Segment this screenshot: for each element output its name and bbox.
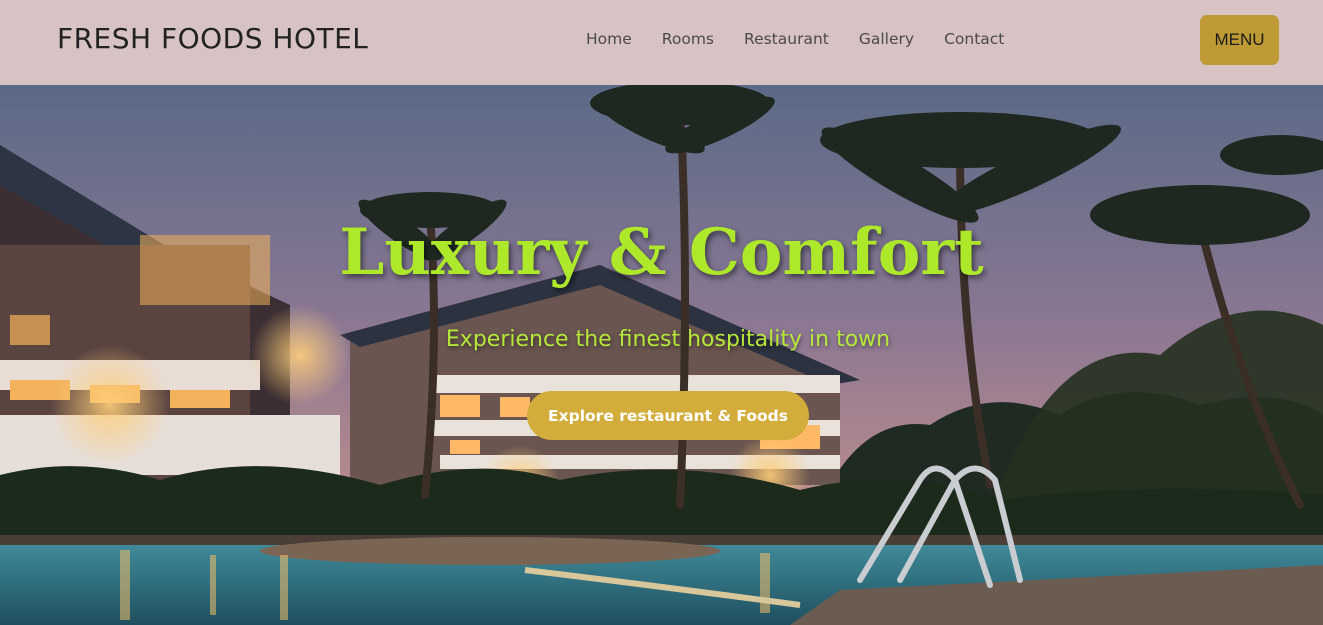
site-header: FRESH FOODS HOTEL Home Rooms Restaurant … (0, 0, 1323, 85)
hero-subtitle: Experience the finest hospitality in tow… (445, 327, 891, 352)
brand-logo-text[interactable]: FRESH FOODS HOTEL (57, 22, 368, 55)
nav-gallery[interactable]: Gallery (859, 30, 914, 48)
nav-contact[interactable]: Contact (944, 30, 1004, 48)
explore-restaurant-button[interactable]: Explore restaurant & Foods (527, 391, 809, 440)
nav-home[interactable]: Home (586, 30, 632, 48)
hero-background-image (0, 85, 1323, 625)
nav-rooms[interactable]: Rooms (662, 30, 714, 48)
nav-restaurant[interactable]: Restaurant (744, 30, 829, 48)
hero-title: Luxury & Comfort (339, 215, 984, 290)
main-nav: Home Rooms Restaurant Gallery Contact (586, 30, 1034, 48)
menu-button[interactable]: MENU (1200, 15, 1279, 65)
hero-section: Luxury & Comfort Experience the finest h… (0, 85, 1323, 625)
